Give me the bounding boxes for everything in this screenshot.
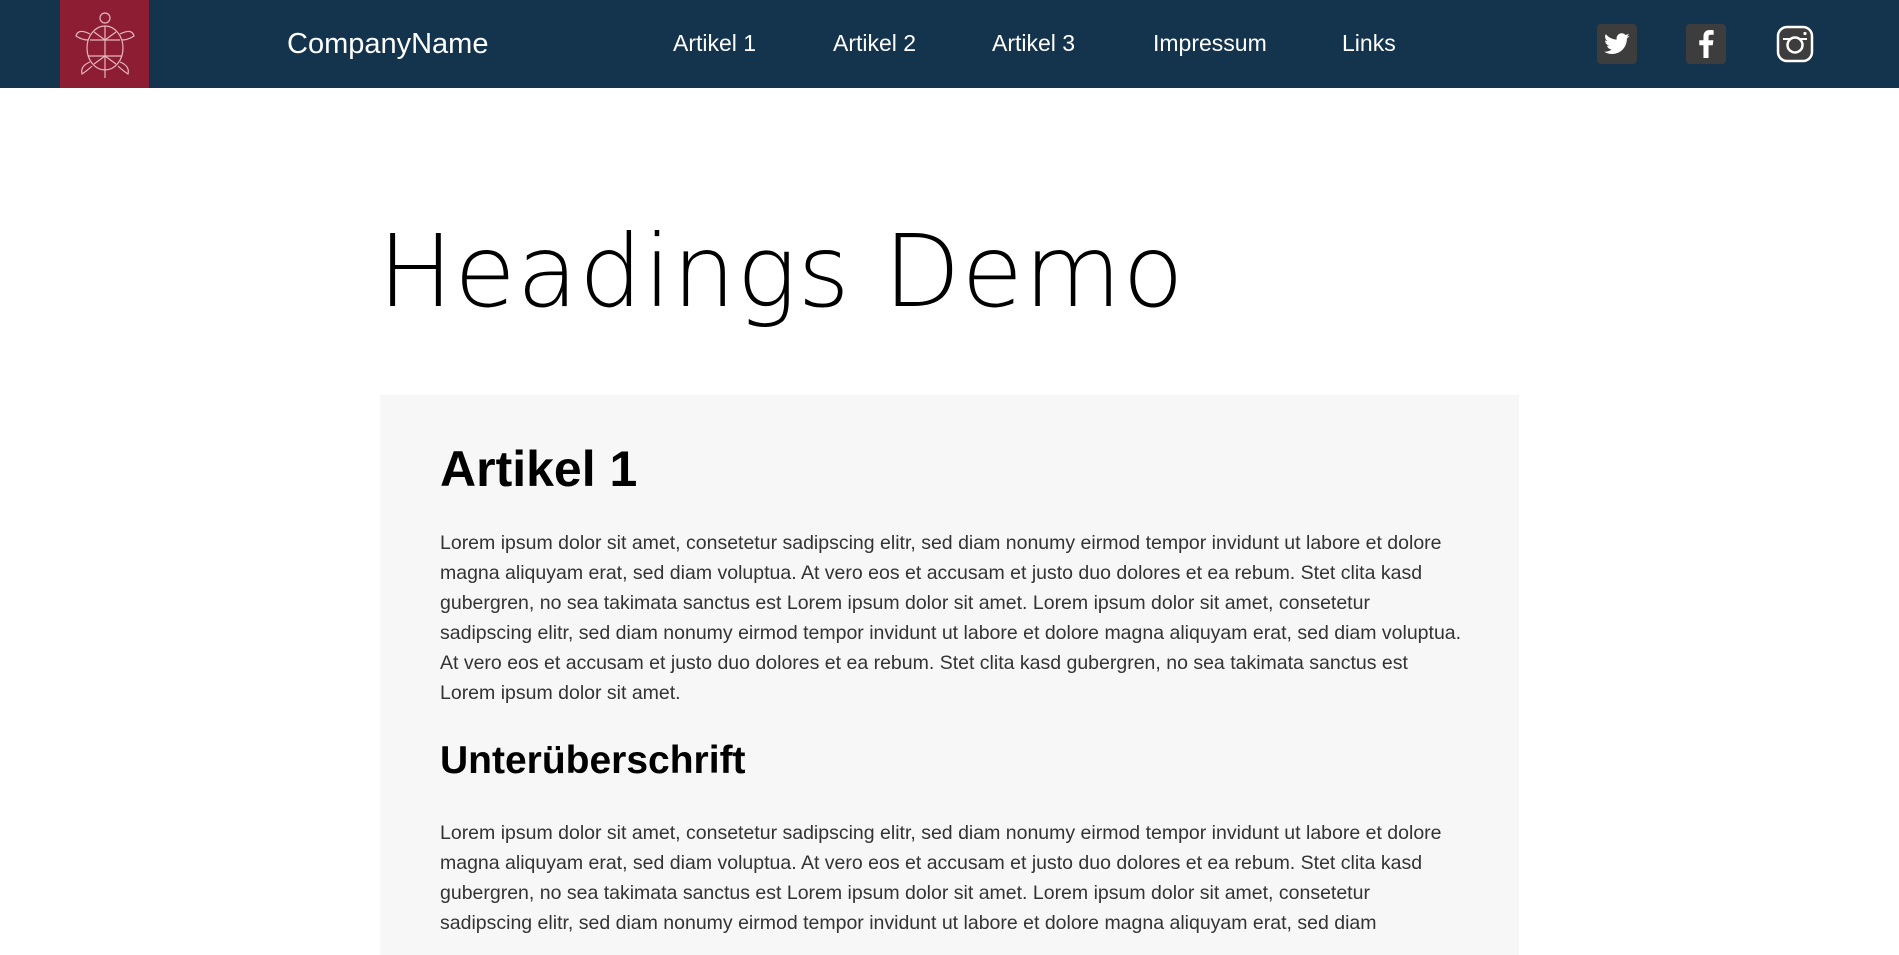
article-paragraph: Lorem ipsum dolor sit amet, consetetur s… [440, 822, 1442, 934]
nav-link-artikel-1[interactable]: Artikel 1 [673, 29, 756, 57]
article-heading: Artikel 1 [440, 441, 638, 497]
nav-link-artikel-3[interactable]: Artikel 3 [992, 29, 1075, 57]
turtle-icon [74, 12, 135, 78]
nav-link-impressum[interactable]: Impressum [1153, 29, 1267, 57]
article-paragraph: Lorem ipsum dolor sit amet, consetetur s… [440, 532, 1462, 704]
instagram-button[interactable] [1775, 24, 1815, 64]
brand-name[interactable]: CompanyName [287, 26, 488, 62]
facebook-button[interactable] [1686, 24, 1726, 64]
nav-link-links[interactable]: Links [1342, 29, 1396, 57]
nav-link-artikel-2[interactable]: Artikel 2 [833, 29, 916, 57]
logo[interactable] [60, 0, 149, 88]
twitter-icon [1604, 33, 1630, 54]
twitter-button[interactable] [1597, 24, 1637, 64]
facebook-icon [1699, 30, 1714, 58]
article-card: Artikel 1 Lorem ipsum dolor sit amet, co… [380, 395, 1519, 955]
instagram-icon [1776, 25, 1814, 63]
page-title: Headings Demo [378, 213, 1185, 330]
top-navigation-bar: CompanyName Artikel 1 Artikel 2 Artikel … [0, 0, 1899, 88]
article-subheading: Unterüberschrift [440, 739, 746, 782]
